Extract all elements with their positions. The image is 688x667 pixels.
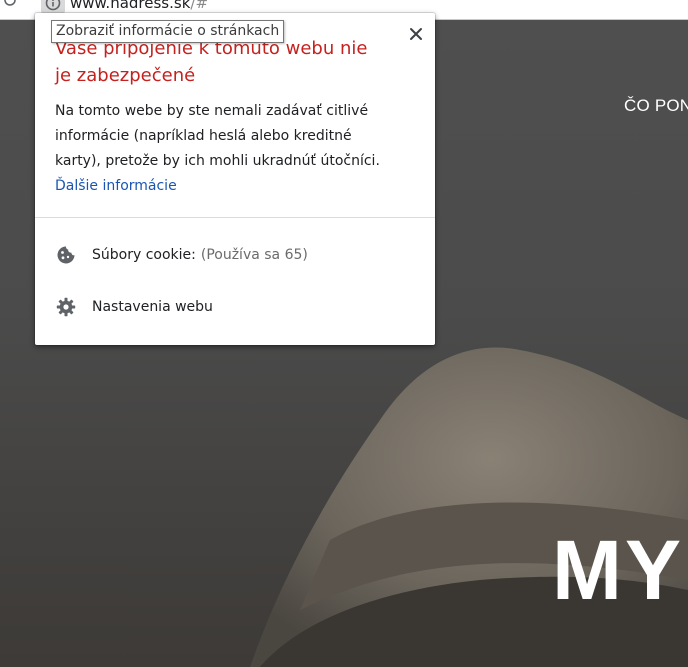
site-settings-label: Nastavenia webu: [92, 299, 213, 315]
gear-icon: [55, 296, 77, 318]
address-bar[interactable]: www.hadress.sk/#: [70, 0, 208, 12]
site-info-button[interactable]: [41, 0, 65, 14]
site-info-popup: Vaše pripojenie k tomuto webu nie je zab…: [35, 13, 435, 345]
close-icon: [410, 28, 422, 40]
info-icon: [45, 0, 61, 11]
site-settings-row[interactable]: Nastavenia webu: [55, 295, 213, 319]
site-info-tooltip: Zobraziť informácie o stránkach: [51, 20, 285, 43]
url-path: /#: [190, 0, 209, 12]
learn-more-link[interactable]: Ďalšie informácie: [55, 178, 177, 194]
warning-text: Na tomto webe by ste nemali zadávať citl…: [55, 103, 380, 169]
reload-icon[interactable]: [2, 0, 18, 8]
cookie-icon: [55, 244, 77, 266]
connection-warning-title: Vaše pripojenie k tomuto webu nie je zab…: [55, 38, 368, 86]
url-host: www.hadress.sk: [70, 0, 191, 12]
cookies-row[interactable]: Súbory cookie: (Používa sa 65): [55, 243, 308, 267]
warning-description: Na tomto webe by ste nemali zadávať citl…: [55, 99, 395, 199]
cookies-count: (Používa sa 65): [200, 247, 308, 263]
hero-title: MY: [552, 523, 684, 617]
divider: [35, 217, 435, 218]
nav-link-offer[interactable]: ČO PONÚKAME: [624, 96, 688, 116]
close-button[interactable]: [405, 23, 427, 45]
cookies-label: Súbory cookie:: [92, 247, 196, 263]
